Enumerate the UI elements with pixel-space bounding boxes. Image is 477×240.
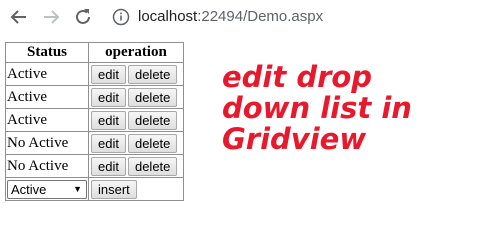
- table-row: Active edit delete: [5, 85, 184, 109]
- overlay-line-3: Gridview: [222, 122, 367, 156]
- arrow-left-icon: [10, 10, 26, 24]
- delete-button[interactable]: delete: [127, 87, 178, 107]
- delete-button[interactable]: delete: [127, 133, 178, 153]
- operation-cell: edit delete: [88, 108, 184, 132]
- overlay-line-2: down list in: [222, 91, 412, 125]
- address-bar[interactable]: localhost:22494/Demo.aspx: [138, 7, 323, 27]
- table-row: Active edit delete: [5, 108, 184, 132]
- operation-cell: edit delete: [88, 85, 184, 109]
- footer-row: Active ▼ insert: [5, 177, 184, 201]
- status-cell: Active: [5, 85, 89, 109]
- dropdown-selected-value: Active: [11, 181, 47, 197]
- edit-button[interactable]: edit: [91, 156, 126, 176]
- edit-button[interactable]: edit: [91, 64, 126, 84]
- operation-cell: edit delete: [88, 154, 184, 178]
- back-button[interactable]: [8, 6, 30, 28]
- status-cell: No Active: [5, 131, 89, 155]
- table-row: Active edit delete: [5, 62, 184, 86]
- status-cell: No Active: [5, 154, 89, 178]
- insert-button[interactable]: insert: [91, 179, 137, 199]
- table-row: No Active edit delete: [5, 131, 184, 155]
- caret-down-icon: ▼: [73, 183, 82, 194]
- gridview-table: Status operation Active edit delete Activ…: [5, 42, 184, 201]
- edit-button[interactable]: edit: [91, 110, 126, 130]
- url-host: localhost: [138, 8, 198, 25]
- reload-button[interactable]: [72, 6, 94, 28]
- insert-cell: insert: [88, 177, 184, 201]
- delete-button[interactable]: delete: [127, 110, 178, 130]
- forward-button[interactable]: [40, 6, 62, 28]
- operation-cell: edit delete: [88, 131, 184, 155]
- arrow-right-icon: [44, 10, 60, 24]
- table-row: No Active edit delete: [5, 154, 184, 178]
- status-cell: Active: [5, 108, 89, 132]
- delete-button[interactable]: delete: [127, 156, 178, 176]
- overlay-line-1: edit drop: [222, 60, 373, 94]
- info-icon[interactable]: [112, 8, 130, 26]
- edit-button[interactable]: edit: [91, 87, 126, 107]
- edit-button[interactable]: edit: [91, 133, 126, 153]
- delete-button[interactable]: delete: [127, 64, 178, 84]
- header-row: Status operation: [5, 42, 184, 63]
- operation-cell: edit delete: [88, 62, 184, 86]
- operation-header: operation: [88, 42, 184, 63]
- status-dropdown[interactable]: Active ▼: [7, 179, 87, 199]
- browser-toolbar: localhost:22494/Demo.aspx: [0, 0, 477, 34]
- status-dropdown-cell: Active ▼: [5, 177, 89, 201]
- reload-icon: [76, 9, 90, 24]
- status-cell: Active: [5, 62, 89, 86]
- overlay-title: edit drop down list in Gridview: [222, 62, 472, 155]
- status-header: Status: [5, 42, 89, 63]
- url-path: :22494/Demo.aspx: [197, 8, 324, 25]
